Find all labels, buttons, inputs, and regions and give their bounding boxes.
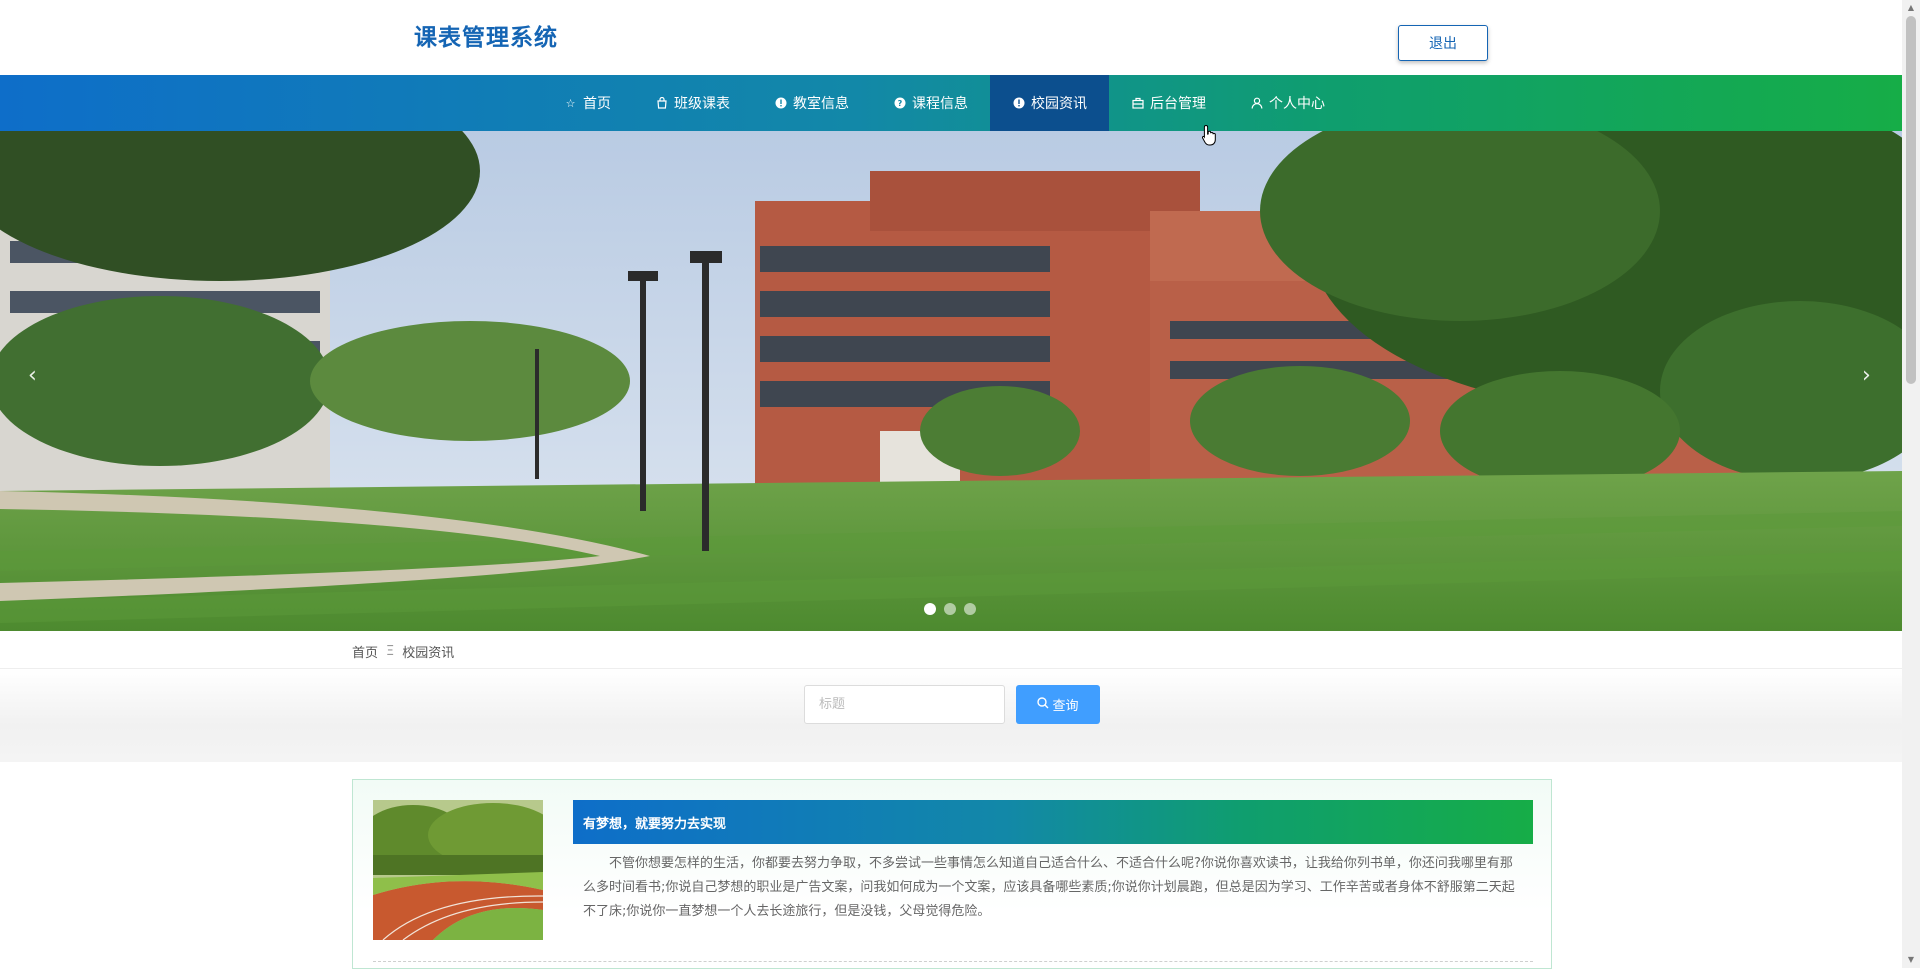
breadcrumb-separator: Ξ [386, 644, 395, 659]
nav-item-course-info[interactable]: ? 课程信息 [871, 75, 990, 131]
carousel-indicators [924, 603, 976, 615]
nav-item-label: 教室信息 [793, 96, 849, 112]
nav-item-profile[interactable]: 个人中心 [1228, 75, 1347, 131]
hand-pointer-cursor-icon [1201, 124, 1218, 150]
news-title[interactable]: 有梦想，就要努力去实现 [573, 800, 1533, 844]
page-scrollbar[interactable]: ▲ ▼ [1902, 0, 1920, 968]
site-title: 课表管理系统 [414, 25, 558, 51]
nav-item-label: 课程信息 [912, 96, 968, 112]
scroll-up-arrow-icon[interactable]: ▲ [1906, 3, 1916, 13]
carousel-dot[interactable] [924, 603, 936, 615]
nav-item-label: 校园资讯 [1031, 96, 1087, 112]
star-icon: ☆ [565, 96, 576, 110]
search-icon [1037, 696, 1049, 713]
breadcrumb: 首页 Ξ 校园资讯 [352, 642, 454, 661]
user-icon [1250, 97, 1263, 110]
nav-item-campus-news[interactable]: 校园资讯 [990, 75, 1109, 131]
nav-item-label: 班级课表 [674, 96, 730, 112]
nav-item-classroom-info[interactable]: 教室信息 [752, 75, 871, 131]
carousel-next-arrow[interactable]: › [1862, 363, 1871, 388]
nav-item-home[interactable]: ☆ 首页 [542, 75, 633, 131]
top-header: 课表管理系统 退出 [0, 0, 1902, 75]
nav-item-class-schedule[interactable]: 班级课表 [633, 75, 752, 131]
search-button-label: 查询 [1052, 699, 1079, 714]
campus-photo [0, 131, 1902, 631]
breadcrumb-home[interactable]: 首页 [352, 642, 378, 661]
carousel-dot[interactable] [944, 603, 956, 615]
carousel-dot[interactable] [964, 603, 976, 615]
main-nav: ☆ 首页 班级课表 教室信息 ? 课程信息 校园资讯 后台管理 个人中心 [0, 75, 1902, 131]
scroll-down-arrow-icon[interactable]: ▼ [1906, 955, 1916, 965]
breadcrumb-current: 校园资讯 [402, 646, 455, 661]
question-icon: ? [893, 97, 906, 110]
news-card[interactable]: 有梦想，就要努力去实现 不管你想要怎样的生活，你都要去努力争取，不多尝试一些事情… [352, 779, 1552, 969]
nav-item-label: 后台管理 [1150, 96, 1206, 112]
scrollbar-thumb[interactable] [1906, 16, 1916, 384]
logout-button[interactable]: 退出 [1398, 25, 1488, 61]
news-summary: 不管你想要怎样的生活，你都要去努力争取，不多尝试一些事情怎么知道自己适合什么、不… [583, 856, 1515, 919]
info-icon [774, 97, 787, 110]
bag-icon [655, 97, 668, 110]
search-button[interactable]: 查询 [1016, 685, 1100, 724]
nav-item-label: 个人中心 [1269, 96, 1325, 112]
divider [373, 961, 1533, 962]
banner-carousel: ‹ › [0, 131, 1902, 631]
briefcase-icon [1131, 97, 1144, 110]
info-icon [1012, 97, 1025, 110]
nav-item-admin[interactable]: 后台管理 [1109, 75, 1228, 131]
svg-text:?: ? [897, 99, 902, 108]
carousel-prev-arrow[interactable]: ‹ [28, 363, 37, 388]
title-search-input[interactable] [804, 685, 1005, 724]
nav-item-label: 首页 [583, 96, 611, 112]
news-thumbnail[interactable] [373, 800, 543, 940]
